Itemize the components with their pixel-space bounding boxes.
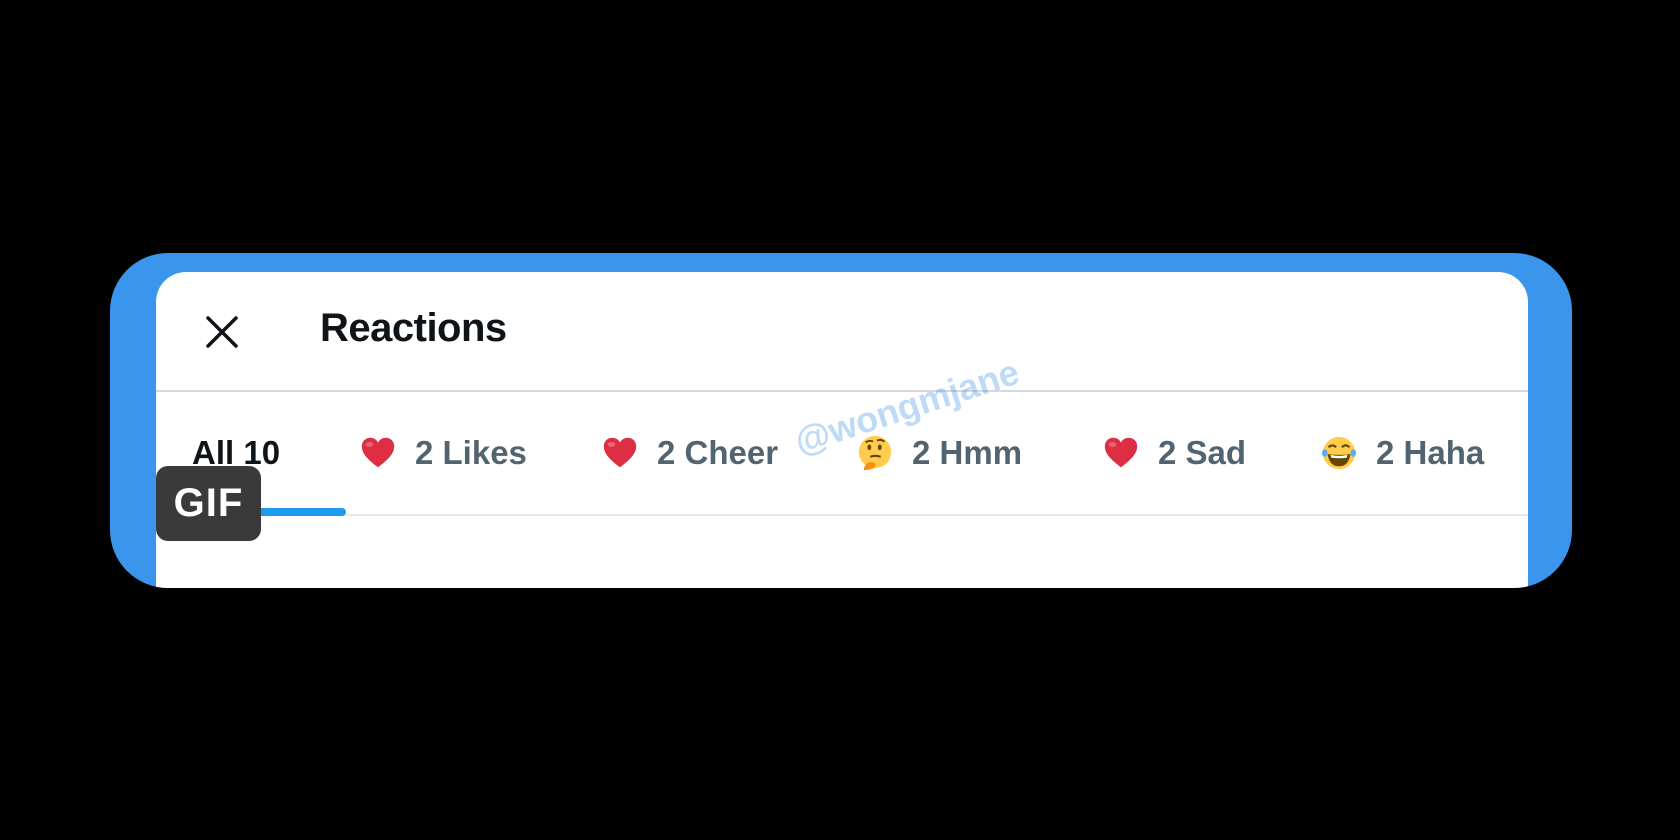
gif-badge[interactable]: GIF bbox=[156, 466, 261, 541]
close-icon bbox=[206, 316, 238, 348]
thinking-face-icon bbox=[858, 435, 892, 471]
page-title: Reactions bbox=[320, 306, 507, 350]
tab-hmm-label: 2 Hmm bbox=[912, 434, 1023, 471]
heart-icon bbox=[361, 437, 395, 468]
tab-cheer[interactable]: 2 Cheer bbox=[601, 392, 778, 514]
reactions-header: Reactions bbox=[156, 272, 1528, 392]
heart-icon bbox=[1104, 437, 1138, 468]
close-button[interactable] bbox=[200, 310, 244, 354]
tab-haha[interactable]: 2 Haha bbox=[1320, 392, 1484, 514]
tab-likes[interactable]: 2 Likes bbox=[359, 392, 527, 514]
heart-icon bbox=[603, 437, 637, 468]
tab-likes-label: 2 Likes bbox=[415, 434, 527, 471]
tab-sad[interactable]: 2 Sad bbox=[1102, 392, 1246, 514]
tab-sad-label: 2 Sad bbox=[1158, 434, 1247, 471]
laughing-face-icon bbox=[1321, 436, 1357, 470]
media-frame: Reactions All 10 2 Likes 2 Cheer 2 Hmm 2… bbox=[110, 253, 1572, 588]
tab-haha-label: 2 Haha bbox=[1376, 434, 1485, 471]
reaction-tabs: All 10 2 Likes 2 Cheer 2 Hmm 2 Sad 2 Hah… bbox=[156, 392, 1528, 516]
tab-cheer-label: 2 Cheer bbox=[657, 434, 779, 471]
reactions-panel: Reactions All 10 2 Likes 2 Cheer 2 Hmm 2… bbox=[156, 272, 1528, 588]
tab-hmm[interactable]: 2 Hmm bbox=[856, 392, 1022, 514]
